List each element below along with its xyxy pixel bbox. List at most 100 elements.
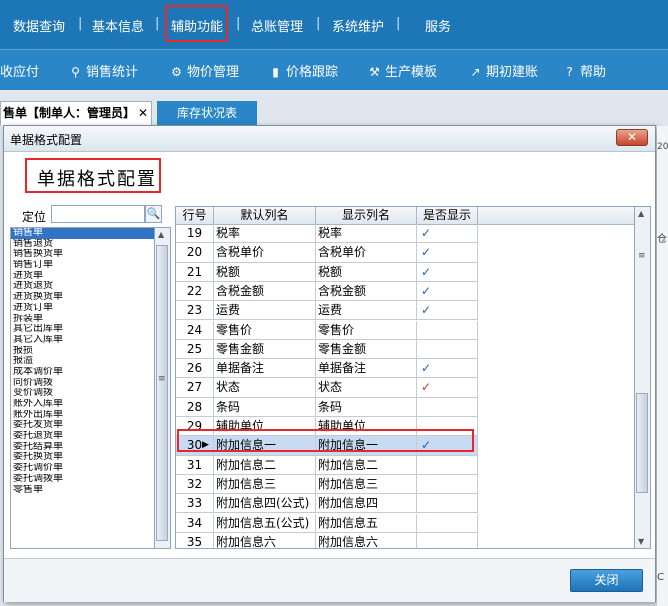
display-name-cell[interactable]: 状态 [316,378,417,398]
show-checkbox-cell[interactable]: ✓ [417,224,478,244]
default-name-cell[interactable]: 单据备注 [214,359,316,379]
nav-item-service[interactable]: 服务 [425,16,451,35]
list-item[interactable]: 委托换货单 [11,452,154,463]
table-row[interactable]: 19 税率 税率 ✓ [176,224,634,244]
default-name-cell[interactable]: 零售价 [214,320,316,340]
toolbar-receivable-button[interactable]: 收应付 [0,61,39,80]
show-checkbox-cell[interactable] [417,474,478,495]
list-item[interactable]: 拆装单 [11,314,154,325]
display-name-cell[interactable]: 附加信息六 [316,532,417,548]
default-name-cell[interactable]: 条码 [214,397,316,417]
list-item[interactable]: 进货换货单 [11,292,154,303]
nav-item-ledger[interactable]: 总账管理 [251,16,303,35]
show-checkbox-cell[interactable] [417,455,478,475]
display-name-cell[interactable]: 条码 [316,397,417,417]
table-row[interactable]: 20 含税单价 含税单价 ✓ [176,243,634,263]
list-item[interactable]: 成本调价单 [11,367,154,378]
list-item[interactable]: 进货退货 [11,281,154,292]
show-checkbox-cell[interactable] [417,320,478,340]
display-name-cell[interactable]: 含税单价 [316,243,417,263]
scroll-thumb[interactable] [156,245,168,541]
list-item[interactable]: 账外出库单 [11,410,154,421]
display-name-cell[interactable]: 税额 [316,262,417,282]
list-item[interactable]: 账外入库单 [11,399,154,410]
display-name-cell[interactable]: 零售金额 [316,339,417,360]
show-checkbox-cell[interactable] [417,397,478,417]
default-name-cell[interactable]: 附加信息三 [214,474,316,495]
dialog-close-button[interactable]: ✕ [616,129,648,146]
locate-input[interactable] [51,205,145,223]
default-name-cell[interactable]: 含税单价 [214,243,316,263]
scroll-up-icon[interactable]: ▲ [158,230,164,239]
nav-item-system[interactable]: 系统维护 [332,16,384,35]
default-name-cell[interactable]: 附加信息四(公式) [214,494,316,514]
list-item[interactable]: 销售单 [11,228,154,239]
show-checkbox-cell[interactable] [417,339,478,360]
default-name-cell[interactable]: 税额 [214,262,316,282]
list-item[interactable]: 委托退货单 [11,431,154,442]
display-name-cell[interactable]: 税率 [316,224,417,244]
table-row[interactable]: 24 零售价 零售价 [176,320,634,340]
show-checkbox-cell[interactable] [417,513,478,533]
default-name-cell[interactable]: 运费 [214,301,316,321]
list-item[interactable]: 变价调拨 [11,388,154,399]
table-row[interactable]: 21 税额 税额 ✓ [176,262,634,282]
list-item[interactable]: 同价调拨 [11,378,154,389]
scroll-thumb[interactable] [636,393,648,493]
list-item[interactable]: 其它出库单 [11,324,154,335]
table-row[interactable]: 35 附加信息六 附加信息六 [176,532,634,548]
display-name-cell[interactable]: 附加信息四 [316,494,417,514]
show-checkbox-cell[interactable] [417,494,478,514]
table-row[interactable]: 31 附加信息二 附加信息二 [176,455,634,475]
show-checkbox-cell[interactable] [417,532,478,548]
show-checkbox-cell[interactable]: ✓ [417,378,478,398]
header-display-name[interactable]: 显示列名 [316,207,417,224]
list-item[interactable]: 其它入库单 [11,335,154,346]
toolbar-production-template-button[interactable]: ⚒ 生产模板 [368,61,437,80]
default-name-cell[interactable]: 附加信息六 [214,532,316,548]
show-checkbox-cell[interactable]: ✓ [417,359,478,379]
list-item[interactable]: 销售订单 [11,260,154,271]
table-row[interactable]: 22 含税金额 含税金额 ✓ [176,281,634,302]
display-name-cell[interactable]: 附加信息三 [316,474,417,495]
display-name-cell[interactable]: 附加信息五 [316,513,417,533]
grid-scrollbar[interactable]: ▲ ≡ ▼ [635,206,651,549]
table-row[interactable]: 25 零售金额 零售金额 [176,339,634,360]
close-button[interactable]: 关闭 [570,569,643,592]
list-item[interactable]: 委托结算单 [11,442,154,453]
table-row[interactable]: 34 附加信息五(公式) 附加信息五 [176,513,634,533]
display-name-cell[interactable]: 单据备注 [316,359,417,379]
list-item[interactable]: 委托调价单 [11,463,154,474]
list-item[interactable]: 销售换货单 [11,249,154,260]
show-checkbox-cell[interactable]: ✓ [417,243,478,263]
table-row[interactable]: 33 附加信息四(公式) 附加信息四 [176,494,634,514]
list-item[interactable]: 委托发货单 [11,420,154,431]
scroll-down-icon[interactable]: ▼ [638,537,644,546]
default-name-cell[interactable]: 附加信息二 [214,455,316,475]
header-show[interactable]: 是否显示 [417,207,478,224]
toolbar-price-track-button[interactable]: ▮ 价格跟踪 [269,61,338,80]
toolbar-help-button[interactable]: ? 帮助 [563,61,606,80]
nav-item-basic-info[interactable]: 基本信息 [92,16,144,35]
nav-item-data-query[interactable]: 数据查询 [13,16,65,35]
show-checkbox-cell[interactable]: ✓ [417,281,478,302]
show-checkbox-cell[interactable]: ✓ [417,262,478,282]
display-name-cell[interactable]: 含税金额 [316,281,417,302]
list-item[interactable]: 报损 [11,346,154,357]
display-name-cell[interactable]: 零售价 [316,320,417,340]
default-name-cell[interactable]: 状态 [214,378,316,398]
list-item[interactable]: 委托调拨单 [11,474,154,485]
show-checkbox-cell[interactable]: ✓ [417,301,478,321]
default-name-cell[interactable]: 含税金额 [214,281,316,302]
list-item[interactable]: 进货单 [11,271,154,282]
locate-search-button[interactable]: 🔍 [145,205,162,223]
default-name-cell[interactable]: 附加信息五(公式) [214,513,316,533]
list-item[interactable]: 进货订单 [11,303,154,314]
table-row[interactable]: 27 状态 状态 ✓ [176,378,634,398]
list-item[interactable]: 销售退货 [11,239,154,250]
toolbar-opening-account-button[interactable]: ↗ 期初建账 [469,61,538,80]
default-name-cell[interactable]: 税率 [214,224,316,244]
list-scrollbar[interactable]: ▲ ≡ [155,227,171,549]
header-default-name[interactable]: 默认列名 [214,207,316,224]
toolbar-sales-stats-button[interactable]: ⚲ 销售统计 [69,61,138,80]
